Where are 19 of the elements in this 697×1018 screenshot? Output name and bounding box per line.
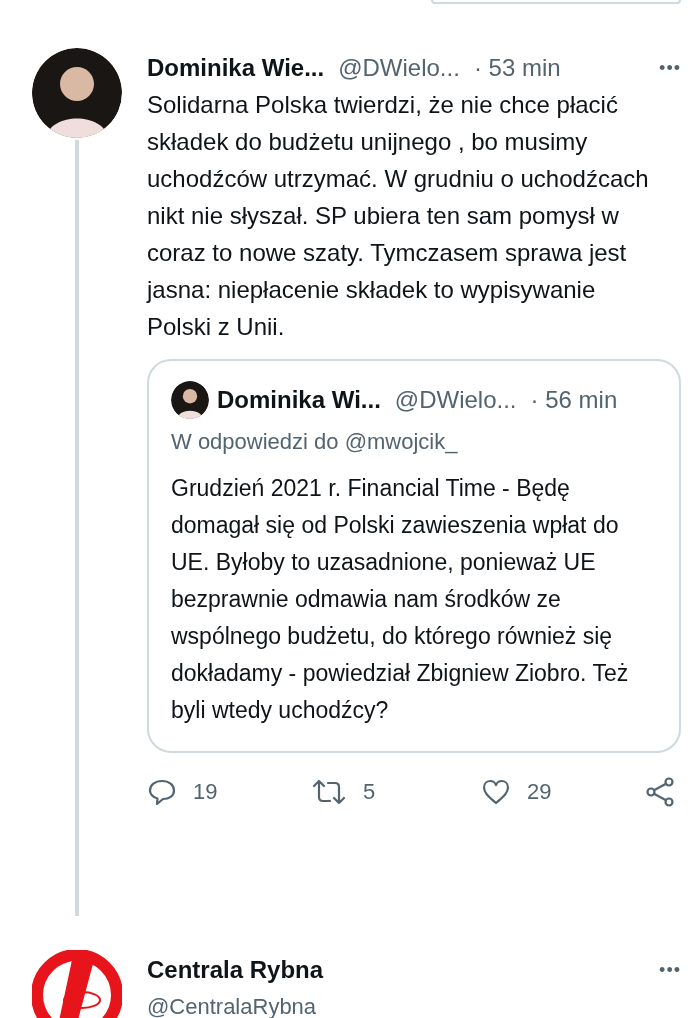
author-handle[interactable]: @CentralaRybna — [147, 990, 681, 1018]
reply-context: W odpowiedzi do @mwojcik_ — [171, 428, 459, 456]
action-count: 19 — [193, 778, 219, 806]
author-handle: @DWielo... — [394, 385, 517, 415]
author-name[interactable]: Centrala Rybna — [147, 952, 324, 988]
more-button[interactable]: ••• — [659, 956, 681, 984]
more-button[interactable]: ••• — [659, 54, 681, 82]
author-name[interactable]: Dominika Wie... — [147, 50, 325, 86]
timestamp[interactable]: · 53 min — [473, 50, 561, 86]
share-icon[interactable] — [645, 776, 675, 807]
quoted-tweet-card[interactable] — [147, 359, 681, 753]
quoted-text: Grudzień 2021 r. Financial Time - Będę domagał się od Polski zawieszenia wpłat do UE. Byłoby to uzasadnione, ponieważ UE bezprawnie odmawia nam środków ze wspólnego budżetu, do którego również się dokładamy - powiedział Zbigniew Ziobro. Też byli wtedy uchodźcy? — [171, 474, 630, 725]
tweet-text: Solidarna Polska twierdzi, że nie chce płacić składek do budżetu unijnego , bo musimy uchodźców utrzymać. W grudniu o uchodźcach nikt nie słyszał. SP ubiera ten sam pomysł w coraz to nowe szaty. Tymczasem sprawa jest jasna: niepłacenie składek to wypisywanie Polski z Unii. — [147, 90, 650, 342]
action-count: 29 — [527, 778, 553, 806]
timestamp: · 56 min — [530, 385, 618, 415]
avatar — [171, 381, 209, 419]
author-name: Dominika Wi... — [217, 385, 381, 415]
author-handle[interactable]: @DWielo... — [338, 50, 460, 86]
action-count: 5 — [363, 778, 377, 806]
